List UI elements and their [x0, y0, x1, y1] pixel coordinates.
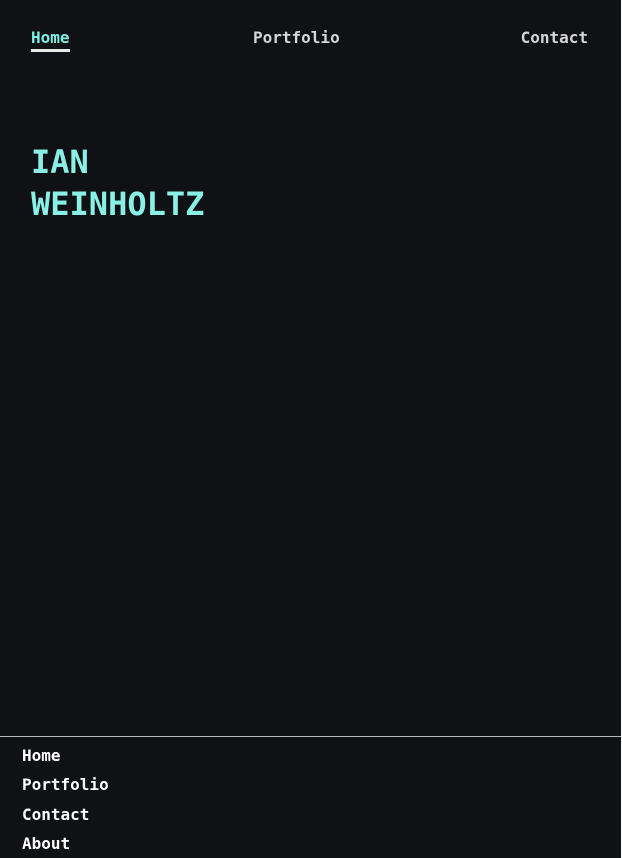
top-navigation: Home Portfolio Contact — [31, 28, 588, 52]
page: Home Portfolio Contact IAN WEINHOLTZ Hom… — [0, 0, 621, 858]
hero-last-name: WEINHOLTZ — [31, 185, 205, 223]
footer-portfolio-link[interactable]: Portfolio — [22, 775, 109, 794]
footer-nav-item: About — [22, 834, 109, 858]
hero-first-name: IAN — [31, 143, 89, 181]
footer-contact-link[interactable]: Contact — [22, 805, 89, 824]
nav-home-link[interactable]: Home — [31, 28, 70, 52]
footer-nav-list: Home Portfolio Contact About — [22, 746, 109, 858]
footer-nav-item: Contact — [22, 805, 109, 834]
footer-nav-item: Home — [22, 746, 109, 775]
nav-contact-link[interactable]: Contact — [521, 28, 588, 48]
hero-name-heading: IAN WEINHOLTZ — [31, 141, 331, 225]
footer-home-link[interactable]: Home — [22, 746, 61, 765]
footer-nav-item: Portfolio — [22, 775, 109, 804]
footer-about-link[interactable]: About — [22, 834, 70, 853]
footer: Home Portfolio Contact About — [0, 736, 621, 858]
nav-portfolio-link[interactable]: Portfolio — [253, 28, 340, 48]
